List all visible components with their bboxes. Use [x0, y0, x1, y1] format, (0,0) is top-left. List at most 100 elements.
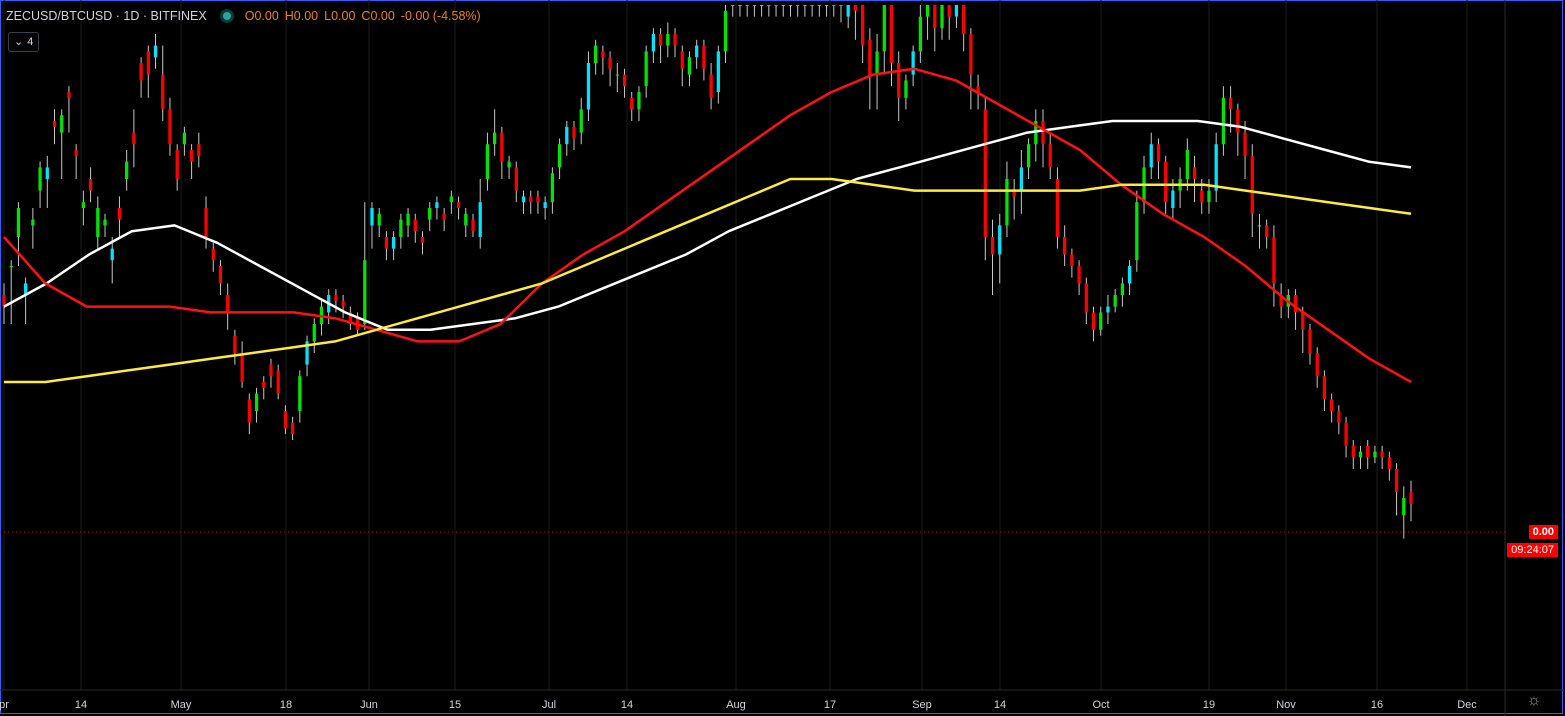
- candle: [521, 190, 526, 214]
- candle: [81, 190, 85, 226]
- candle-body: [1272, 237, 1276, 284]
- candle-body: [125, 161, 129, 179]
- candle: [493, 109, 497, 156]
- candle: [889, 5, 894, 87]
- candle-body: [1236, 109, 1240, 133]
- candle-body: [904, 80, 908, 98]
- candle: [651, 28, 656, 63]
- candle: [514, 161, 518, 203]
- candle-body: [298, 376, 302, 411]
- candle-body: [889, 5, 894, 63]
- candle: [125, 150, 129, 191]
- time-axis: pr 14 May 18 Jun 15 Jul 14 Aug 17 Sep 14 Oct 19 Nov 16 D…: [0, 699, 1477, 711]
- candle-body: [1200, 190, 1204, 203]
- candle-body: [666, 34, 670, 46]
- x-tick-label: Dec: [1457, 699, 1477, 711]
- high-value: H0.00: [284, 9, 319, 23]
- candle-body: [269, 364, 273, 377]
- candle-body: [117, 208, 122, 220]
- candle-body: [146, 51, 150, 75]
- candle-body: [45, 167, 49, 179]
- candle: [1156, 138, 1161, 179]
- candle-body: [1250, 155, 1254, 214]
- x-tick-label: pr: [0, 699, 9, 711]
- candle: [1077, 260, 1081, 295]
- candle-body: [197, 144, 201, 156]
- candle-body: [803, 5, 807, 6]
- candle: [319, 300, 324, 336]
- candle-body: [630, 97, 634, 110]
- candle: [276, 364, 280, 400]
- candle-body: [110, 248, 114, 261]
- candle: [565, 121, 569, 156]
- candle-body: [38, 167, 42, 191]
- candle: [1394, 463, 1399, 516]
- candle-body: [464, 213, 468, 226]
- bar-countdown-tag: 09:24:07: [1507, 543, 1558, 557]
- candle-body: [9, 266, 13, 267]
- candle-body: [1337, 411, 1341, 423]
- candle-body: [485, 144, 490, 179]
- candle: [1070, 248, 1074, 278]
- candle-body: [500, 132, 504, 162]
- candle: [305, 335, 309, 377]
- candle: [1019, 150, 1023, 214]
- candle: [392, 231, 396, 261]
- candle-body: [1048, 144, 1052, 168]
- candle: [962, 5, 966, 52]
- candle: [1026, 138, 1031, 179]
- candle: [1265, 219, 1269, 249]
- candle: [1308, 324, 1312, 365]
- candle: [1315, 347, 1319, 388]
- candle-body: [276, 370, 280, 394]
- candle: [1380, 445, 1384, 469]
- candle: [348, 306, 352, 330]
- candle: [1257, 213, 1262, 249]
- candle-body: [226, 295, 230, 313]
- candle-body: [254, 393, 259, 411]
- candle: [1330, 393, 1334, 423]
- gear-icon[interactable]: ☼: [1525, 692, 1543, 710]
- chevron-down-icon: ⌄: [14, 36, 24, 48]
- candle-body: [406, 213, 410, 226]
- candle-body: [759, 5, 764, 6]
- symbol-title[interactable]: ZECUSD/BTCUSD · 1D · BITFINEX: [6, 9, 207, 23]
- candle: [846, 5, 850, 29]
- candle-body: [493, 132, 497, 145]
- candle-body: [442, 213, 446, 220]
- candle: [594, 39, 598, 75]
- candle-body: [918, 16, 922, 52]
- candle-body: [262, 382, 266, 388]
- candle-body: [60, 115, 64, 133]
- candle-body: [1005, 179, 1009, 226]
- candle: [1214, 132, 1218, 203]
- price-chart[interactable]: pr 14 May 18 Jun 15 Jul 14 Aug 17 Sep 14 Oct 19 Nov 16 D…: [0, 0, 1565, 716]
- candle-body: [875, 51, 879, 75]
- candle-body: [658, 34, 663, 46]
- candle-body: [695, 45, 699, 58]
- candle: [1099, 306, 1103, 336]
- candle: [471, 213, 475, 237]
- candle-body: [456, 202, 461, 208]
- candle-body: [586, 63, 591, 110]
- candle-body: [723, 10, 728, 52]
- candle: [428, 202, 432, 232]
- candle: [9, 260, 13, 324]
- candle-body: [139, 63, 143, 81]
- candle: [687, 51, 692, 87]
- candle: [781, 5, 785, 17]
- indicators-toggle-button[interactable]: ⌄ 4: [8, 32, 40, 52]
- candle-body: [738, 5, 742, 6]
- x-tick-label: Oct: [1092, 699, 1109, 711]
- candle-body: [824, 5, 829, 6]
- candle: [1344, 416, 1348, 458]
- candle: [1012, 179, 1016, 220]
- candles: [2, 5, 1413, 539]
- candle: [680, 45, 684, 87]
- candle: [615, 63, 619, 92]
- symbol-legend: ZECUSD/BTCUSD · 1D · BITFINEX O0.00 H0.00…: [6, 9, 487, 23]
- x-tick-label: Sep: [912, 699, 932, 711]
- candle-body: [1106, 306, 1110, 313]
- candle-body: [1214, 144, 1218, 191]
- chart-grid: [3, 0, 1468, 690]
